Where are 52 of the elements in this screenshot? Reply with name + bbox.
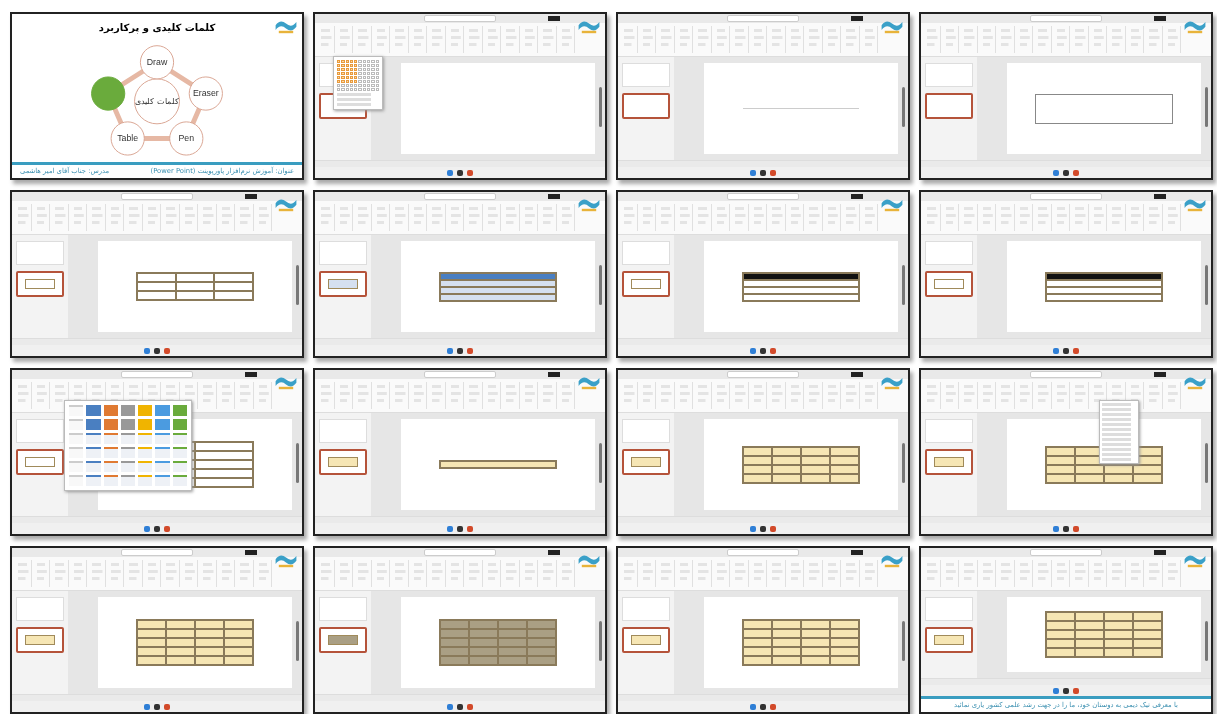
- scrollbar: [1205, 87, 1208, 127]
- scrollbar: [599, 443, 602, 483]
- search-field[interactable]: [1030, 193, 1102, 200]
- scrollbar: [599, 265, 602, 305]
- diagram-circle: Draw: [139, 45, 175, 80]
- table-style-menu[interactable]: [64, 400, 192, 491]
- search-field[interactable]: [727, 549, 799, 556]
- diagram-circle: Table: [110, 121, 145, 156]
- search-field[interactable]: [727, 193, 799, 200]
- slide-thumbnail[interactable]: [925, 271, 973, 297]
- scrollbar: [902, 443, 905, 483]
- slide-thumbnail[interactable]: [16, 627, 64, 653]
- slide-thumbnail[interactable]: [319, 271, 367, 297]
- slide-thumbnail[interactable]: [16, 449, 64, 475]
- slide-thumbnail[interactable]: [622, 627, 670, 653]
- search-field[interactable]: [727, 15, 799, 22]
- scrollbar: [296, 443, 299, 483]
- slide-thumbnail[interactable]: [319, 627, 367, 653]
- diagram-circle: Eraser: [188, 76, 223, 111]
- slide-thumbnail[interactable]: [622, 271, 670, 297]
- diagram-circle: Pen: [169, 121, 204, 156]
- scrollbar: [296, 621, 299, 661]
- slide-thumbnail[interactable]: [622, 449, 670, 475]
- table-size-menu[interactable]: [333, 56, 383, 110]
- slide-thumbnail[interactable]: [622, 93, 670, 119]
- search-field[interactable]: [424, 193, 496, 200]
- scrollbar: [296, 265, 299, 305]
- search-field[interactable]: [121, 371, 193, 378]
- search-field[interactable]: [424, 371, 496, 378]
- scrollbar: [902, 87, 905, 127]
- scrollbar: [1205, 443, 1208, 483]
- search-field[interactable]: [121, 549, 193, 556]
- slide-thumbnail[interactable]: [925, 449, 973, 475]
- scrollbar: [599, 621, 602, 661]
- search-field[interactable]: [1030, 549, 1102, 556]
- slide-thumbnail[interactable]: [925, 93, 973, 119]
- slide-thumbnail[interactable]: [925, 627, 973, 653]
- center-circle: کلمات کلیدی: [134, 78, 180, 125]
- search-field[interactable]: [1030, 15, 1102, 22]
- search-field[interactable]: [121, 193, 193, 200]
- scrollbar: [1205, 265, 1208, 305]
- search-field[interactable]: [424, 549, 496, 556]
- slide-title: کلمات کلیدی و پرکاربرد: [98, 22, 216, 33]
- search-field[interactable]: [424, 15, 496, 22]
- search-field[interactable]: [727, 371, 799, 378]
- scrollbar: [599, 87, 602, 127]
- slide-thumbnail[interactable]: [319, 449, 367, 475]
- scrollbar: [902, 265, 905, 305]
- scrollbar: [1205, 621, 1208, 661]
- scrollbar: [902, 621, 905, 661]
- search-field[interactable]: [1030, 371, 1102, 378]
- slide-thumbnail[interactable]: [16, 271, 64, 297]
